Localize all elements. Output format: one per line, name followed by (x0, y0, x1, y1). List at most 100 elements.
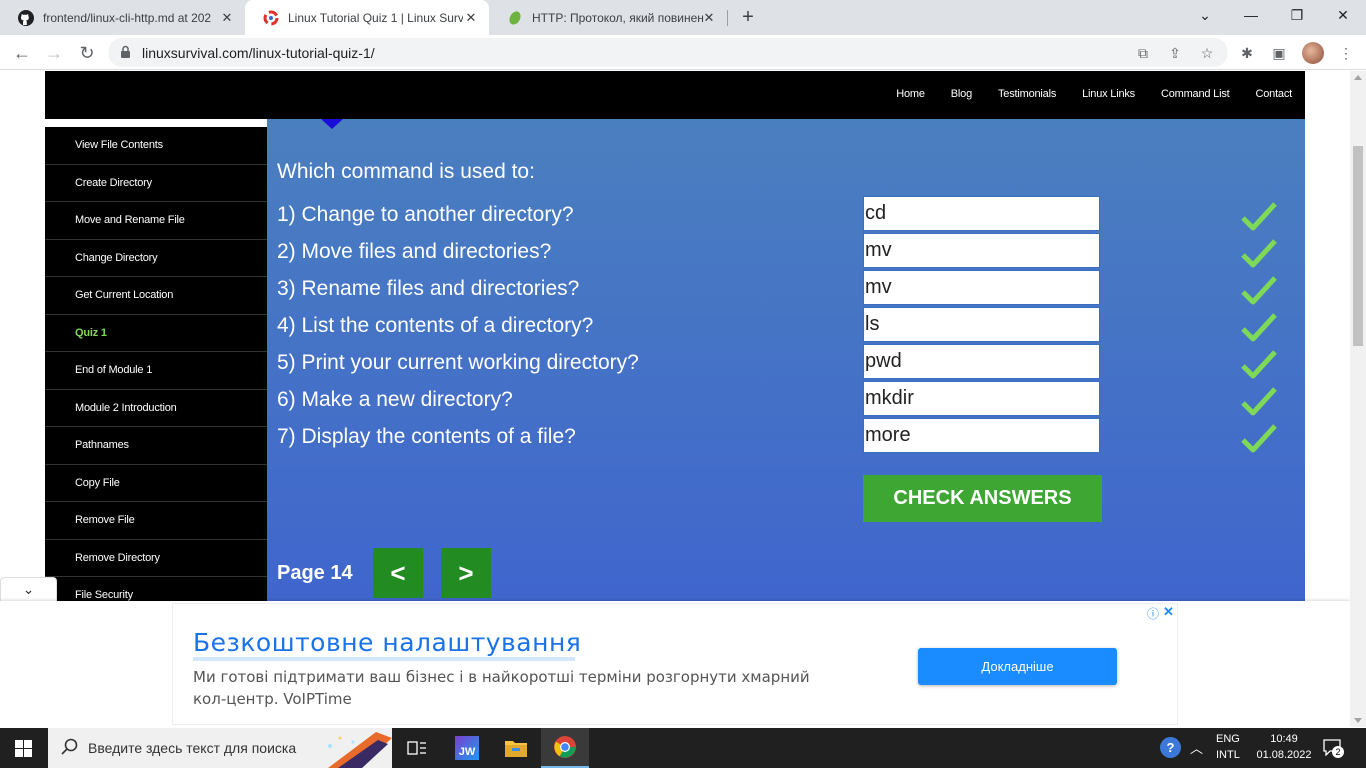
ad-info-icon[interactable]: ⓘ (1147, 605, 1159, 622)
ad-title[interactable]: Безкоштовне налаштування (193, 628, 581, 657)
sidebar-item-module-2-intro[interactable]: Module 2 Introduction (45, 390, 267, 427)
answer-input-4[interactable]: ls (863, 307, 1100, 342)
translate-icon[interactable]: ⧉ (1134, 44, 1152, 62)
question-4: 4) List the contents of a directory? (277, 314, 594, 337)
answer-input-5[interactable]: pwd (863, 344, 1100, 379)
search-highlight-icon (328, 732, 392, 768)
nav-home[interactable]: Home (896, 88, 925, 100)
sidebar-item-move-rename-file[interactable]: Move and Rename File (45, 202, 267, 240)
answer-input-6[interactable]: mkdir (863, 381, 1100, 416)
task-view-icon[interactable] (393, 728, 441, 768)
taskbar-search[interactable]: Введите здесь текст для поиска (48, 728, 392, 768)
reload-icon[interactable]: ↻ (75, 41, 99, 65)
nav-command-list[interactable]: Command List (1161, 88, 1230, 100)
checkmark-icon (1241, 239, 1277, 268)
clock-date: 01.08.2022 (1256, 749, 1312, 761)
question-7: 7) Display the contents of a file? (277, 425, 576, 448)
sidebar-item-quiz-1[interactable]: Quiz 1 (45, 315, 267, 352)
scroll-thumb[interactable] (1353, 146, 1363, 346)
sidebar-item-remove-directory[interactable]: Remove Directory (45, 540, 267, 577)
check-answers-button[interactable]: CHECK ANSWERS (863, 475, 1102, 522)
scroll-down-icon[interactable] (1354, 718, 1362, 723)
tab-linux-quiz[interactable]: Linux Tutorial Quiz 1 | Linux Surv ✕ (245, 0, 489, 35)
url-text: linuxsurvival.com/linux-tutorial-quiz-1/ (142, 45, 375, 61)
answer-input-2[interactable]: mv (863, 233, 1100, 268)
sidebar-item-create-directory[interactable]: Create Directory (45, 165, 267, 202)
lang-top: ENG (1216, 733, 1240, 745)
answer-input-3[interactable]: mv (863, 270, 1100, 305)
tab-title: Linux Tutorial Quiz 1 | Linux Surv (288, 10, 463, 25)
nav-testimonials[interactable]: Testimonials (998, 88, 1056, 100)
site-header: Home Blog Testimonials Linux Links Comma… (45, 71, 1305, 119)
leaf-icon (507, 10, 523, 26)
nav-linux-links[interactable]: Linux Links (1082, 88, 1135, 100)
close-icon[interactable]: ✕ (463, 10, 479, 26)
notifications-icon[interactable]: 2 (1322, 738, 1346, 778)
checkmark-icon (1241, 276, 1277, 305)
bookmark-star-icon[interactable]: ☆ (1198, 44, 1216, 62)
sidepanel-icon[interactable]: ▣ (1269, 43, 1289, 63)
menu-pointer (321, 119, 343, 129)
back-arrow-icon[interactable]: ← (10, 41, 34, 65)
avatar[interactable] (1302, 42, 1324, 64)
sidebar-item-change-directory[interactable]: Change Directory (45, 240, 267, 277)
browser-tabstrip: frontend/linux-cli-http.md at 202 ✕ Linu… (0, 0, 1366, 35)
question-3: 3) Rename files and directories? (277, 277, 580, 300)
help-icon[interactable]: ? (1160, 737, 1182, 777)
forward-arrow-icon[interactable]: → (42, 41, 66, 65)
windows-start-icon[interactable] (15, 740, 32, 757)
sidebar-item-remove-file[interactable]: Remove File (45, 502, 267, 540)
sidebar-item-copy-file[interactable]: Copy File (45, 465, 267, 502)
sidebar-item-end-of-module-1[interactable]: End of Module 1 (45, 352, 267, 390)
lock-icon (120, 45, 131, 59)
search-placeholder: Введите здесь текст для поиска (88, 740, 297, 756)
menu-icon[interactable]: ⋮ (1336, 43, 1356, 63)
language-indicator[interactable]: ENG INTL (1216, 733, 1246, 773)
site-nav: Home Blog Testimonials Linux Links Comma… (896, 88, 1292, 100)
question-2: 2) Move files and directories? (277, 240, 552, 263)
minimize-button[interactable]: — (1228, 0, 1274, 32)
tray-expand-icon[interactable]: ︿ (1190, 738, 1204, 778)
answer-input-1[interactable]: cd (863, 196, 1100, 231)
browser-toolbar: ← → ↻ linuxsurvival.com/linux-tutorial-q… (0, 35, 1366, 70)
sidebar-item-pathnames[interactable]: Pathnames (45, 427, 267, 465)
checkmark-icon (1241, 424, 1277, 453)
next-page-button[interactable]: > (441, 548, 491, 598)
ad-collapse-button[interactable]: ⌄ (0, 577, 57, 601)
page-number: Page 14 (277, 562, 353, 584)
new-tab-button[interactable]: + (738, 7, 758, 27)
nav-blog[interactable]: Blog (951, 88, 972, 100)
sidebar-item-view-file-contents[interactable]: View File Contents (45, 127, 267, 165)
tab-github[interactable]: frontend/linux-cli-http.md at 202 ✕ (0, 0, 245, 35)
chrome-icon[interactable] (541, 728, 589, 768)
tab-separator (727, 10, 728, 26)
search-icon (61, 738, 78, 755)
jetbrains-icon[interactable]: JW (443, 728, 491, 768)
lang-bottom: INTL (1216, 749, 1240, 761)
share-icon[interactable]: ⇪ (1166, 44, 1184, 62)
close-window-button[interactable]: ✕ (1320, 0, 1366, 32)
ad-close-icon[interactable]: ✕ (1163, 604, 1174, 620)
nav-contact[interactable]: Contact (1255, 88, 1292, 100)
checkmark-icon (1241, 350, 1277, 379)
tab-search-icon[interactable]: ⌄ (1182, 0, 1228, 32)
ad-cta-button[interactable]: Докладніше (918, 648, 1117, 685)
checkmark-icon (1241, 313, 1277, 342)
checkmark-icon (1241, 202, 1277, 231)
ad-content[interactable]: Безкоштовне налаштування Ми готові підтр… (172, 603, 1178, 725)
question-6: 6) Make a new directory? (277, 388, 513, 411)
file-explorer-icon[interactable] (492, 728, 540, 768)
extensions-icon[interactable]: ✱ (1237, 43, 1257, 63)
sidebar-item-get-current-location[interactable]: Get Current Location (45, 277, 267, 315)
prev-page-button[interactable]: < (373, 548, 423, 598)
page-scrollbar[interactable] (1350, 71, 1366, 727)
address-bar[interactable]: linuxsurvival.com/linux-tutorial-quiz-1/… (108, 38, 1228, 67)
answer-input-7[interactable]: more (863, 418, 1100, 453)
scroll-up-icon[interactable] (1354, 75, 1362, 80)
clock-time: 10:49 (1270, 733, 1298, 745)
restore-button[interactable]: ❐ (1274, 0, 1320, 32)
clock[interactable]: 10:49 01.08.2022 (1256, 733, 1312, 773)
tab-http[interactable]: HTTP: Протокол, який повинен ✕ (489, 0, 727, 35)
close-icon[interactable]: ✕ (219, 10, 235, 26)
close-icon[interactable]: ✕ (701, 10, 717, 26)
